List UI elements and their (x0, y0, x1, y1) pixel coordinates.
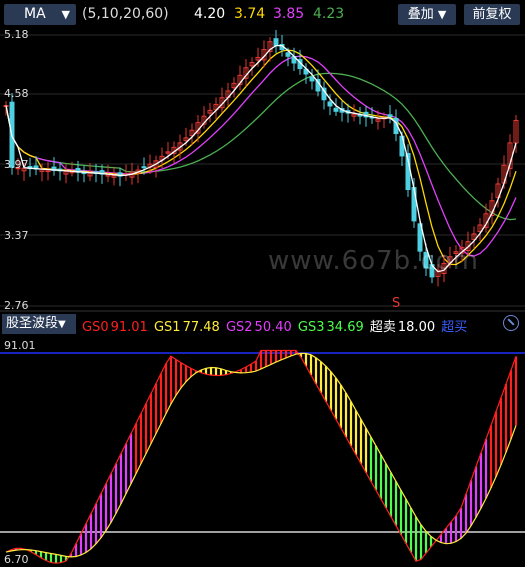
gs2-label: GS2 (225, 320, 253, 335)
ma60-line (5, 72, 517, 221)
gs1-value: 77.48 (182, 320, 220, 335)
watermark: www.6o7b.com (268, 246, 479, 276)
candle-body (285, 52, 291, 57)
candle-body (411, 187, 417, 222)
ma60-path (5, 72, 517, 221)
candle-body (387, 114, 393, 118)
price-tick-label: 3.37 (4, 229, 29, 242)
gs3-value: 34.69 (326, 320, 364, 335)
gs3-label: GS3 (297, 320, 325, 335)
price-tick-label: 4.58 (4, 87, 29, 100)
gs1-label: GS1 (153, 320, 181, 335)
price-tick-label: 5.18 (4, 28, 29, 41)
oversold-label: 超卖 (369, 320, 396, 335)
candle-body (333, 107, 339, 112)
adjust-button[interactable]: 前复权 (464, 4, 520, 25)
ma10-value: 3.74 (234, 6, 266, 22)
chevron-down-icon: ▼ (437, 8, 447, 21)
ma-params: (5,10,20,60) (82, 6, 169, 22)
candle-body (327, 101, 333, 107)
candle-body (141, 166, 147, 169)
gs1-line (5, 352, 517, 558)
ma20-line (5, 55, 517, 257)
price-tick-label: 2.76 (4, 299, 29, 312)
candle-body (309, 76, 315, 82)
indicator-values: GS0 91.01 GS1 77.48 GS2 50.40 GS3 34.69 超卖 18… (82, 316, 469, 335)
oversold-value: 18.00 (397, 320, 436, 335)
chevron-down-icon: ▼ (58, 319, 66, 330)
indicator-name: 股圣波段 (6, 316, 59, 331)
ma-indicator-select[interactable]: MA ▼ (4, 4, 76, 25)
refresh-icon[interactable] (503, 315, 519, 331)
gs0-value: 91.01 (110, 320, 148, 335)
overlay-label: 叠加 (407, 7, 434, 22)
indicator-bar: 股圣波段▼ GS0 91.01 GS1 77.48 GS2 50.40 GS3 34.6… (0, 312, 525, 336)
ma20-path (5, 55, 517, 257)
indicator-select[interactable]: 股圣波段▼ (2, 314, 76, 334)
gs2-value: 50.40 (254, 320, 292, 335)
adjust-label: 前复权 (472, 7, 512, 22)
price-tick-label: 3.97 (4, 158, 29, 171)
indicator-bottom-label: 6.70 (4, 553, 29, 566)
indicator-lines (5, 349, 517, 564)
indicator-chart[interactable]: 91.01 6.70 (0, 336, 525, 567)
ma-indicator-label: MA (24, 6, 46, 22)
gs0-label: GS0 (82, 320, 109, 335)
indicator-grid (0, 352, 525, 533)
ma20-value: 3.85 (273, 6, 305, 22)
sell-marker: S (392, 296, 400, 311)
ma60-value: 4.23 (313, 6, 345, 22)
indicator-top-label: 91.01 (4, 339, 36, 352)
overlay-button[interactable]: 叠加 ▼ (398, 4, 456, 25)
gs0-line (5, 349, 517, 564)
overbought-label: 超买 (441, 320, 468, 335)
chevron-down-icon: ▼ (61, 8, 70, 21)
toolbar: MA ▼ (5,10,20,60) 4.20 3.74 3.85 4.23 叠加… (0, 0, 525, 30)
ma5-value: 4.20 (194, 6, 226, 22)
candle-body (273, 38, 279, 47)
